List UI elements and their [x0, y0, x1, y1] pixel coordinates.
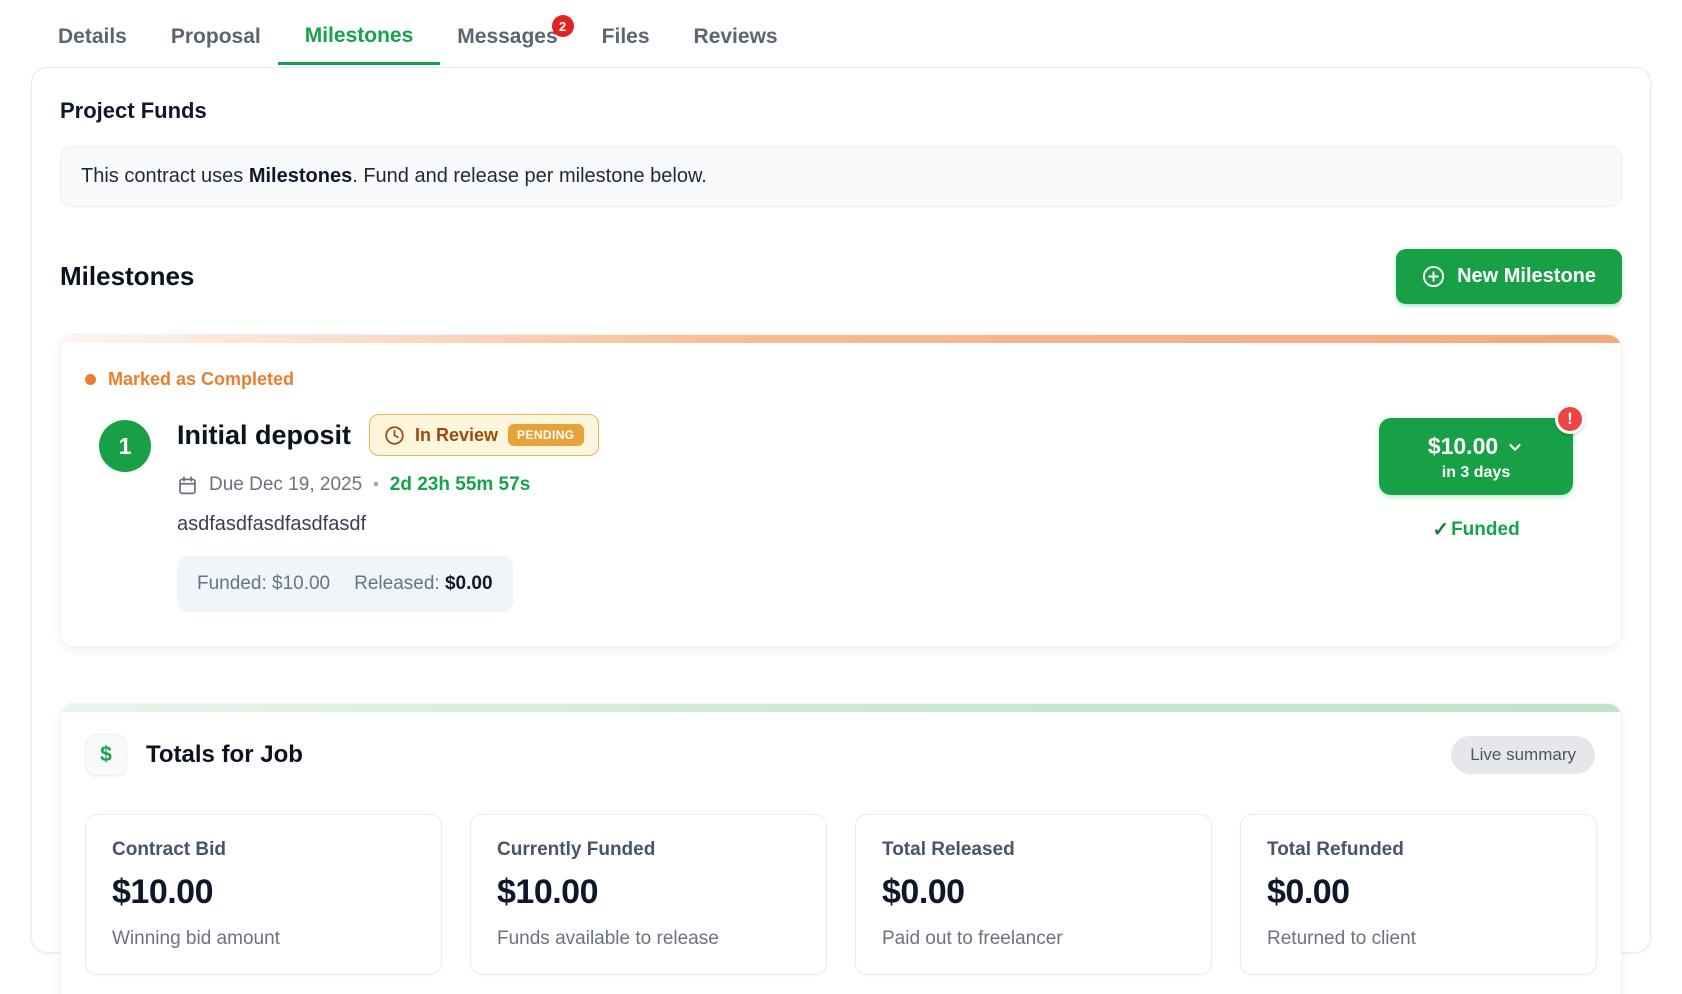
notice-suffix: . Fund and release per milestone below.: [352, 165, 707, 187]
stat-sublabel: Returned to client: [1267, 928, 1570, 950]
stat-card-currently-funded: Currently Funded $10.00 Funds available …: [470, 814, 827, 975]
amount-due-in: in 3 days: [1442, 464, 1510, 482]
funded-value: $10.00: [272, 573, 330, 594]
check-icon: ✓: [1432, 517, 1449, 542]
milestone-status-note: Marked as Completed: [85, 369, 1591, 390]
project-funds-title: Project Funds: [60, 98, 1622, 124]
milestone-number-badge: 1: [99, 420, 151, 472]
milestone-amount: $10.00: [1428, 433, 1498, 460]
milestone-amount-button[interactable]: $10.00 in 3 days: [1379, 418, 1573, 495]
totals-accent-bar: [61, 704, 1621, 712]
clock-icon: [384, 425, 405, 446]
tab-details[interactable]: Details: [58, 25, 127, 65]
totals-footnote: Updates reflect current milestone rows (…: [61, 981, 1621, 994]
review-status-badge: In Review PENDING: [369, 414, 599, 456]
contract-panel: Project Funds This contract uses Milesto…: [31, 67, 1651, 953]
tab-proposal[interactable]: Proposal: [171, 25, 261, 65]
stat-label: Currently Funded: [497, 839, 800, 861]
stat-value: $0.00: [882, 873, 1185, 912]
status-dot-icon: [85, 374, 96, 385]
milestones-title: Milestones: [60, 261, 194, 292]
tab-messages[interactable]: Messages 2: [457, 25, 557, 65]
stat-sublabel: Winning bid amount: [112, 928, 415, 950]
stat-sublabel: Paid out to freelancer: [882, 928, 1185, 950]
calendar-icon: [177, 475, 198, 496]
stat-sublabel: Funds available to release: [497, 928, 800, 950]
messages-unread-badge: 2: [552, 15, 574, 37]
stat-card-total-released: Total Released $0.00 Paid out to freelan…: [855, 814, 1212, 975]
stat-value: $0.00: [1267, 873, 1570, 912]
totals-stats-row: Contract Bid $10.00 Winning bid amount C…: [61, 792, 1621, 981]
stat-value: $10.00: [497, 873, 800, 912]
tab-reviews[interactable]: Reviews: [694, 25, 778, 65]
milestone-card: Marked as Completed 1 Initial deposit: [60, 334, 1622, 647]
notice-bold: Milestones: [249, 165, 352, 187]
tab-milestones[interactable]: Milestones: [278, 24, 441, 65]
stat-value: $10.00: [112, 873, 415, 912]
tab-files[interactable]: Files: [602, 25, 650, 65]
milestone-accent-bar: [61, 335, 1621, 343]
due-date-row: Due Dec 19, 2025 • 2d 23h 55m 57s: [177, 474, 1361, 496]
milestone-description: asdfasdfasdfasdfasdf: [177, 513, 1361, 536]
tab-bar: Details Proposal Milestones Messages 2 F…: [0, 0, 1682, 65]
milestones-header: Milestones New Milestone: [60, 249, 1622, 304]
funded-status: ✓ Funded: [1432, 517, 1519, 542]
live-summary-pill: Live summary: [1451, 736, 1595, 774]
new-milestone-label: New Milestone: [1457, 265, 1596, 288]
pending-pill: PENDING: [508, 424, 583, 446]
chevron-down-icon: [1506, 438, 1524, 456]
fund-summary-chip: Funded: $10.00 Released: $0.00: [177, 556, 513, 612]
contract-type-notice: This contract uses Milestones. Fund and …: [60, 146, 1622, 207]
notice-prefix: This contract uses: [81, 165, 249, 187]
stat-label: Total Released: [882, 839, 1185, 861]
totals-title: Totals for Job: [146, 741, 303, 769]
due-date-text: Due Dec 19, 2025: [209, 474, 362, 496]
released-value: $0.00: [445, 573, 493, 594]
dollar-icon: $: [85, 734, 127, 776]
tab-messages-label: Messages: [457, 25, 557, 48]
stat-card-total-refunded: Total Refunded $0.00 Returned to client: [1240, 814, 1597, 975]
review-status-label: In Review: [415, 425, 498, 446]
stat-label: Contract Bid: [112, 839, 415, 861]
stat-card-contract-bid: Contract Bid $10.00 Winning bid amount: [85, 814, 442, 975]
released-label: Released:: [354, 573, 440, 594]
plus-circle-icon: [1422, 265, 1445, 288]
due-separator: •: [373, 476, 379, 494]
funded-label: Funded:: [197, 573, 267, 594]
milestone-title: Initial deposit: [177, 420, 351, 451]
funded-status-label: Funded: [1451, 519, 1520, 541]
stat-label: Total Refunded: [1267, 839, 1570, 861]
page: Details Proposal Milestones Messages 2 F…: [0, 0, 1682, 994]
status-note-text: Marked as Completed: [108, 369, 294, 390]
new-milestone-button[interactable]: New Milestone: [1396, 249, 1622, 304]
alert-badge-icon[interactable]: !: [1555, 404, 1585, 434]
totals-card: $ Totals for Job Live summary Contract B…: [60, 703, 1622, 994]
countdown-timer: 2d 23h 55m 57s: [390, 474, 530, 496]
